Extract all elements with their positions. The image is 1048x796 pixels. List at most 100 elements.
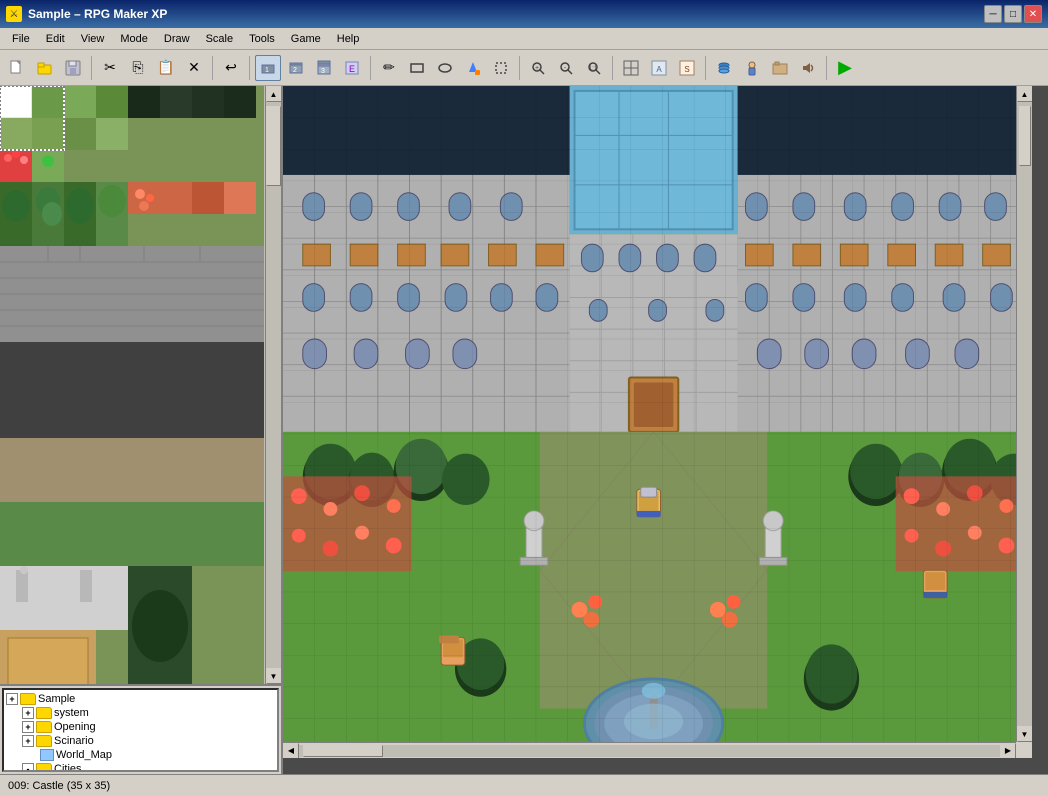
menu-scale[interactable]: Scale <box>198 31 242 47</box>
tree-label-world-map: World_Map <box>56 749 112 761</box>
map-vscroll[interactable]: ▲ ▼ <box>1016 86 1032 742</box>
tool-layer1[interactable]: 1 <box>255 55 281 81</box>
tileset-scroll-up[interactable]: ▲ <box>266 86 282 102</box>
left-panel: ▲ ▼ + Sample + system + <box>0 86 283 774</box>
tree-toggle-opening[interactable]: + <box>22 721 34 733</box>
main-area: ▲ ▼ + Sample + system + <box>0 86 1048 774</box>
sep2 <box>212 56 213 80</box>
folder-icon-system <box>36 707 52 719</box>
rpg-map: ▲ ▼ ◀ ▶ <box>283 86 1032 758</box>
tool-play[interactable]: ▶ <box>832 55 858 81</box>
map-icon-world <box>40 749 54 761</box>
map-vscroll-track[interactable] <box>1017 102 1032 726</box>
svg-text:+: + <box>535 65 539 72</box>
map-scroll-left[interactable]: ◀ <box>283 743 299 759</box>
tool-layer2[interactable]: 2 <box>283 55 309 81</box>
tool-character[interactable] <box>739 55 765 81</box>
menu-tools[interactable]: Tools <box>241 31 283 47</box>
tree-toggle-system[interactable]: + <box>22 707 34 719</box>
tool-flood[interactable] <box>460 55 486 81</box>
scroll-corner <box>1016 742 1032 758</box>
map-area[interactable]: ▲ ▼ ◀ ▶ <box>283 86 1048 774</box>
map-hscroll-thumb[interactable] <box>303 745 383 757</box>
tileset-scroll-track[interactable] <box>266 102 281 668</box>
tool-database[interactable] <box>711 55 737 81</box>
menu-draw[interactable]: Draw <box>156 31 198 47</box>
map-scroll-right[interactable]: ▶ <box>1000 743 1016 759</box>
map-tree[interactable]: + Sample + system + Opening + Scinario <box>2 688 279 772</box>
tileset-vscroll[interactable]: ▲ ▼ <box>265 86 281 684</box>
app-icon: ⚔ <box>6 6 22 22</box>
tree-toggle-sample[interactable]: + <box>6 693 18 705</box>
svg-text:1:1: 1:1 <box>589 66 598 72</box>
tool-new[interactable] <box>4 55 30 81</box>
menu-game[interactable]: Game <box>283 31 329 47</box>
folder-icon-opening <box>36 721 52 733</box>
tool-paste[interactable]: 📋 <box>153 55 179 81</box>
tool-cut[interactable]: ✂ <box>97 55 123 81</box>
window-controls: ─ □ ✕ <box>984 5 1042 23</box>
sep6 <box>612 56 613 80</box>
tool-zoom-fix[interactable]: 1:1 <box>581 55 607 81</box>
tree-toggle-scinario[interactable]: + <box>22 735 34 747</box>
svg-text:2: 2 <box>293 67 297 74</box>
menu-edit[interactable]: Edit <box>38 31 73 47</box>
tileset-scroll-thumb[interactable] <box>266 106 281 186</box>
menu-mode[interactable]: Mode <box>112 31 156 47</box>
tree-item-scinario[interactable]: + Scinario <box>6 734 275 748</box>
tree-item-sample[interactable]: + Sample <box>6 692 275 706</box>
tool-resource[interactable] <box>767 55 793 81</box>
tool-copy[interactable]: ⎘ <box>125 55 151 81</box>
tree-item-opening[interactable]: + Opening <box>6 720 275 734</box>
titlebar: ⚔ Sample – RPG Maker XP ─ □ ✕ <box>0 0 1048 28</box>
tool-event-layer[interactable]: E <box>339 55 365 81</box>
tool-grid[interactable] <box>618 55 644 81</box>
map-vscroll-thumb[interactable] <box>1019 106 1031 166</box>
tileset-area[interactable]: ▲ ▼ <box>0 86 281 686</box>
tool-layer3[interactable]: 3 <box>311 55 337 81</box>
tree-item-cities[interactable]: - Cities <box>6 762 275 772</box>
tree-label-opening: Opening <box>54 721 96 733</box>
tool-auto[interactable]: A <box>646 55 672 81</box>
sep4 <box>370 56 371 80</box>
tool-script[interactable]: S <box>674 55 700 81</box>
close-button[interactable]: ✕ <box>1024 5 1042 23</box>
menu-help[interactable]: Help <box>329 31 368 47</box>
minimize-button[interactable]: ─ <box>984 5 1002 23</box>
tool-zoom-in[interactable]: + <box>525 55 551 81</box>
tool-undo[interactable]: ↩ <box>218 55 244 81</box>
menu-file[interactable]: File <box>4 31 38 47</box>
toolbar: ✂ ⎘ 📋 ✕ ↩ 1 2 3 E ✏ + - 1:1 A <box>0 50 1048 86</box>
svg-text:1: 1 <box>265 67 269 74</box>
folder-icon-sample <box>20 693 36 705</box>
sep5 <box>519 56 520 80</box>
tool-delete[interactable]: ✕ <box>181 55 207 81</box>
tileset-scroll-down[interactable]: ▼ <box>266 668 282 684</box>
sep1 <box>91 56 92 80</box>
tree-item-system[interactable]: + system <box>6 706 275 720</box>
tileset-scroll[interactable] <box>0 86 281 684</box>
tree-item-world-map[interactable]: World_Map <box>6 748 275 762</box>
menu-view[interactable]: View <box>73 31 113 47</box>
titlebar-left: ⚔ Sample – RPG Maker XP <box>6 6 167 22</box>
map-scroll-down[interactable]: ▼ <box>1017 726 1033 742</box>
tool-open[interactable] <box>32 55 58 81</box>
map-scroll-up[interactable]: ▲ <box>1017 86 1033 102</box>
tool-pencil[interactable]: ✏ <box>376 55 402 81</box>
maximize-button[interactable]: □ <box>1004 5 1022 23</box>
tool-audio[interactable] <box>795 55 821 81</box>
map-hscroll[interactable]: ◀ ▶ <box>283 742 1016 758</box>
folder-icon-scinario <box>36 735 52 747</box>
tool-ellipse[interactable] <box>432 55 458 81</box>
tree-toggle-cities[interactable]: - <box>22 763 34 772</box>
map-hscroll-track[interactable] <box>299 745 1000 757</box>
sep8 <box>826 56 827 80</box>
tool-zoom-out[interactable]: - <box>553 55 579 81</box>
statusbar: 009: Castle (35 x 35) <box>0 774 1048 796</box>
tool-rect[interactable] <box>404 55 430 81</box>
svg-text:3: 3 <box>321 68 325 75</box>
status-text: 009: Castle (35 x 35) <box>8 780 110 792</box>
tree-label-cities: Cities <box>54 763 82 772</box>
tool-select[interactable] <box>488 55 514 81</box>
tool-save[interactable] <box>60 55 86 81</box>
